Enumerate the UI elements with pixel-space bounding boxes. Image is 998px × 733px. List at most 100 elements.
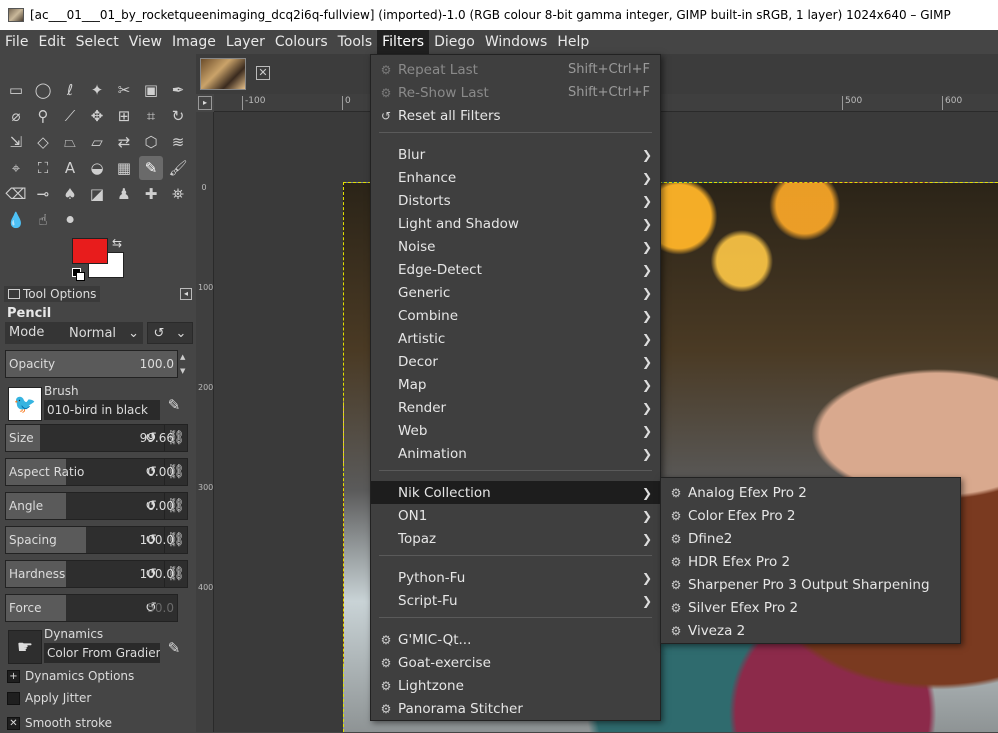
menu-image[interactable]: Image	[167, 30, 221, 54]
menu-tools[interactable]: Tools	[333, 30, 378, 54]
menu-colours[interactable]: Colours	[270, 30, 333, 54]
zoom-icon[interactable]: ⚲	[31, 104, 55, 128]
menu-item-reshow-last[interactable]: ⚙ Re-Show Last Shift+Ctrl+F	[371, 81, 660, 104]
scale-icon[interactable]: ⇲	[4, 130, 28, 154]
unified-transform-icon[interactable]: ⛶	[31, 156, 55, 180]
edit-dynamics-icon[interactable]: ✎	[163, 637, 185, 659]
blur-sharpen-icon[interactable]: 💧	[4, 208, 28, 232]
menu-item-dfine2[interactable]: ⚙ Dfine2	[661, 527, 960, 550]
menu-item-animation[interactable]: Animation ❯	[371, 442, 660, 465]
mode-reset-dropdown[interactable]: ↺ ⌄	[147, 322, 193, 344]
text-icon[interactable]: A	[58, 156, 82, 180]
menu-item-silver-efex-pro-2[interactable]: ⚙ Silver Efex Pro 2	[661, 596, 960, 619]
handle-transform-icon[interactable]: ⌖	[4, 156, 28, 180]
menu-item-nik-collection[interactable]: Nik Collection ❯	[371, 481, 660, 504]
dodge-burn-icon[interactable]: ⚫	[58, 208, 82, 232]
clone-icon[interactable]: ♟	[112, 182, 136, 206]
tab-tool-options[interactable]: Tool Options	[4, 286, 101, 302]
heal-icon[interactable]: ✚	[139, 182, 163, 206]
menu-item-render[interactable]: Render ❯	[371, 396, 660, 419]
eraser-icon[interactable]: ⌫	[4, 182, 28, 206]
image-thumbnail[interactable]	[200, 58, 246, 90]
menu-item-blur[interactable]: Blur ❯	[371, 143, 660, 166]
menu-item-noise[interactable]: Noise ❯	[371, 235, 660, 258]
menu-item-edge-detect[interactable]: Edge-Detect ❯	[371, 258, 660, 281]
foreground-select-icon[interactable]: ▣	[139, 78, 163, 102]
menu-item-enhance[interactable]: Enhance ❯	[371, 166, 660, 189]
airbrush-icon[interactable]: ⊸	[31, 182, 55, 206]
menu-select[interactable]: Select	[71, 30, 124, 54]
menu-item-artistic[interactable]: Artistic ❯	[371, 327, 660, 350]
menu-item-gmic-qt[interactable]: ⚙ G'MIC-Qt...	[371, 628, 660, 651]
quick-mask-icon[interactable]: ▸	[198, 96, 212, 110]
paintbrush-icon[interactable]: 🖌	[166, 156, 190, 180]
shear-icon[interactable]: ◇	[31, 130, 55, 154]
menu-item-combine[interactable]: Combine ❯	[371, 304, 660, 327]
menu-item-map[interactable]: Map ❯	[371, 373, 660, 396]
menu-item-reset-all-filters[interactable]: ↺ Reset all Filters	[371, 104, 660, 127]
brush-preview[interactable]: 🐦	[8, 387, 42, 421]
menu-item-generic[interactable]: Generic ❯	[371, 281, 660, 304]
pencil-icon[interactable]: ✎	[139, 156, 163, 180]
tab-menu-icon[interactable]: ◂	[180, 288, 192, 300]
edit-brush-icon[interactable]: ✎	[163, 394, 185, 416]
menu-item-viveza-2[interactable]: ⚙ Viveza 2	[661, 619, 960, 642]
cage-icon[interactable]: ⬡	[139, 130, 163, 154]
perspective-clone-icon[interactable]: ⛯	[166, 182, 190, 206]
rotate-icon[interactable]: ↻	[166, 104, 190, 128]
reset-colors-icon[interactable]	[72, 268, 85, 281]
menu-item-hdr-efex-pro-2[interactable]: ⚙ HDR Efex Pro 2	[661, 550, 960, 573]
menu-windows[interactable]: Windows	[480, 30, 553, 54]
menu-item-decor[interactable]: Decor ❯	[371, 350, 660, 373]
dynamics-preview[interactable]: ☛	[8, 630, 42, 664]
move-icon[interactable]: ✥	[85, 104, 109, 128]
smudge-icon[interactable]: ☝	[31, 208, 55, 232]
flip-icon[interactable]: ⇄	[112, 130, 136, 154]
menu-item-script-fu[interactable]: Script-Fu ❯	[371, 589, 660, 612]
menu-layer[interactable]: Layer	[221, 30, 270, 54]
opacity-slider[interactable]: Opacity 100.0	[5, 350, 178, 378]
ellipse-select-icon[interactable]: ◯	[31, 78, 55, 102]
align-icon[interactable]: ⊞	[112, 104, 136, 128]
menu-item-python-fu[interactable]: Python-Fu ❯	[371, 566, 660, 589]
paths-icon[interactable]: ✒	[166, 78, 190, 102]
bucket-fill-icon[interactable]: ◒	[85, 156, 109, 180]
menu-edit[interactable]: Edit	[33, 30, 70, 54]
menu-filters[interactable]: Filters	[377, 30, 430, 54]
dynamics-options-expander[interactable]: + Dynamics Options	[7, 666, 134, 686]
menu-item-web[interactable]: Web ❯	[371, 419, 660, 442]
smooth-stroke-checkbox[interactable]: ✕ Smooth stroke	[7, 713, 112, 733]
menu-help[interactable]: Help	[552, 30, 594, 54]
free-select-icon[interactable]: ℓ	[58, 78, 82, 102]
menu-item-analog-efex-pro-2[interactable]: ⚙ Analog Efex Pro 2	[661, 481, 960, 504]
menu-item-lightzone[interactable]: ⚙ Lightzone	[371, 674, 660, 697]
menu-item-sharpener-pro-3[interactable]: ⚙ Sharpener Pro 3 Output Sharpening	[661, 573, 960, 596]
ink-icon[interactable]: ♠	[58, 182, 82, 206]
color-picker-icon[interactable]: ⌀	[4, 104, 28, 128]
crop-icon[interactable]: ⌗	[139, 104, 163, 128]
menu-item-panorama-stitcher[interactable]: ⚙ Panorama Stitcher	[371, 697, 660, 720]
menu-item-distorts[interactable]: Distorts ❯	[371, 189, 660, 212]
transform-3d-icon[interactable]: ▱	[85, 130, 109, 154]
menu-item-on1[interactable]: ON1 ❯	[371, 504, 660, 527]
rect-select-icon[interactable]: ▭	[4, 78, 28, 102]
menu-item-repeat-last[interactable]: ⚙ Repeat Last Shift+Ctrl+F	[371, 58, 660, 81]
menu-item-color-efex-pro-2[interactable]: ⚙ Color Efex Pro 2	[661, 504, 960, 527]
brush-name-field[interactable]: 010-bird in black	[44, 400, 160, 420]
gradient-icon[interactable]: ▦	[112, 156, 136, 180]
menu-diego[interactable]: Diego	[429, 30, 480, 54]
opacity-spin-icon[interactable]: ▲ ▼	[180, 350, 190, 378]
foreground-color-swatch[interactable]	[72, 238, 108, 264]
mode-select[interactable]: Normal ⌄	[65, 322, 143, 344]
dynamics-field[interactable]: Color From Gradient	[44, 643, 160, 663]
apply-jitter-checkbox[interactable]: Apply Jitter	[7, 688, 91, 708]
menu-view[interactable]: View	[124, 30, 167, 54]
scissors-icon[interactable]: ✂	[112, 78, 136, 102]
mypaint-brush-icon[interactable]: ◪	[85, 182, 109, 206]
close-icon[interactable]: ✕	[256, 66, 270, 80]
swap-colors-icon[interactable]: ⇆	[112, 236, 122, 250]
menu-item-topaz[interactable]: Topaz ❯	[371, 527, 660, 550]
fuzzy-select-icon[interactable]: ✦	[85, 78, 109, 102]
perspective-icon[interactable]: ⏢	[58, 130, 82, 154]
menu-item-goat-exercise[interactable]: ⚙ Goat-exercise	[371, 651, 660, 674]
